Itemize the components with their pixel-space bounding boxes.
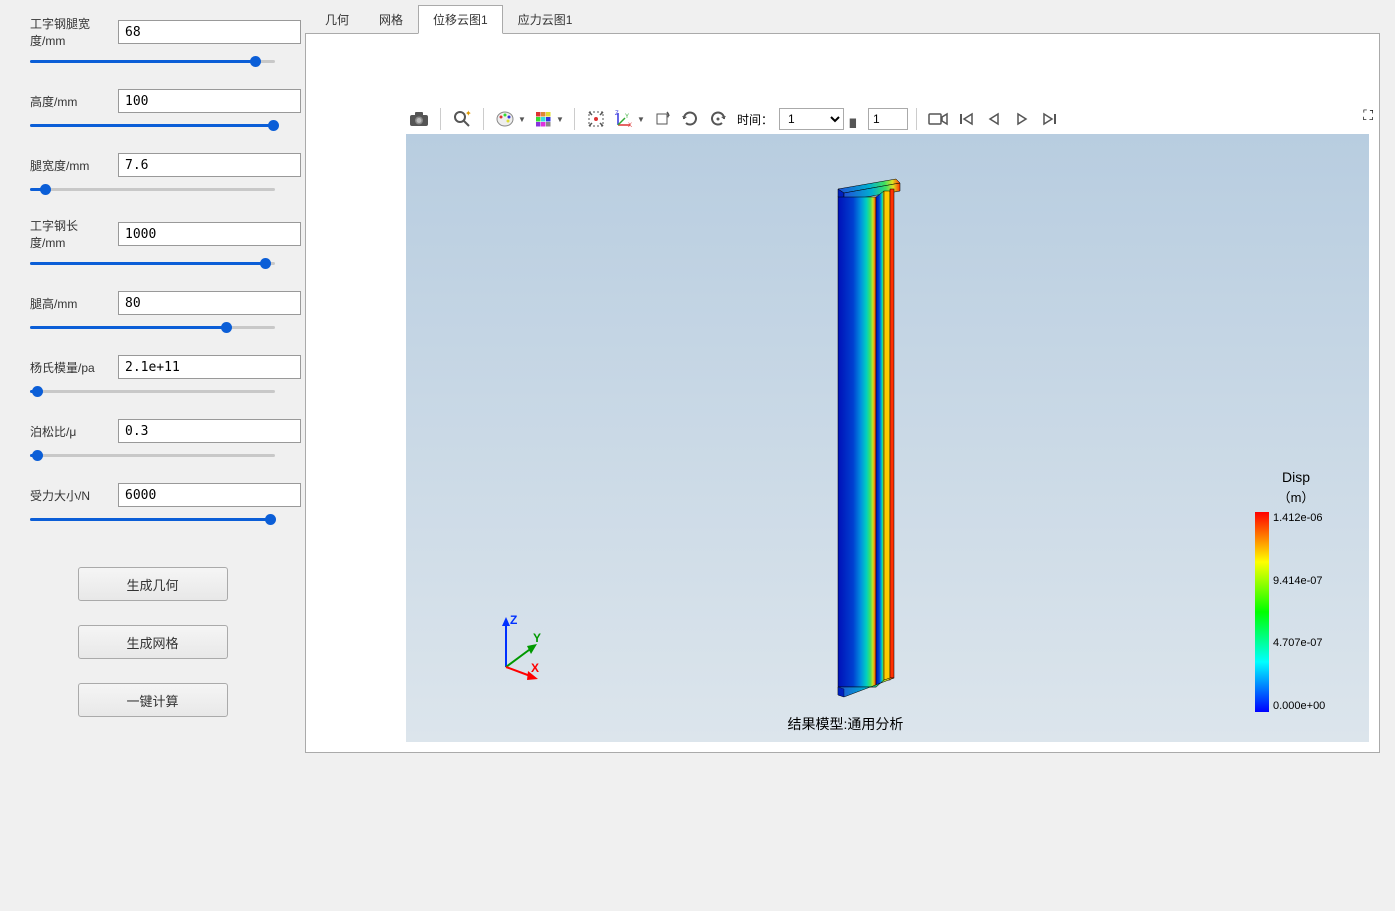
viewport-3d[interactable]: 结果模型:通用分析 Z Y X Disp [406,134,1369,742]
expand-icon[interactable]: ⛶ [1363,107,1373,124]
prev-frame-icon[interactable] [981,106,1007,132]
slider-flange-width[interactable] [30,55,275,67]
param-label: 杨氏模量/pa [30,359,110,376]
play-icon[interactable] [1009,106,1035,132]
palette-dropdown-arrow[interactable]: ▼ [518,115,528,124]
camera-icon[interactable] [406,106,432,132]
tabs: 几何 网格 位移云图1 应力云图1 [310,5,1380,33]
legend-val-min: 0.000e+00 [1273,700,1325,712]
palette-icon[interactable] [492,106,518,132]
legend-title: Disp [1251,469,1341,485]
svg-text:X: X [531,661,539,675]
triad: Z Y X [491,612,551,682]
slider-leg-height[interactable] [30,321,275,333]
legend-colorbar [1255,512,1269,712]
param-label: 腿高/mm [30,295,110,312]
time-select[interactable]: 1 [779,108,844,130]
slider-force[interactable] [30,513,275,525]
param-poisson-ratio: 泊松比/μ [30,419,275,461]
param-flange-width: 工字钢腿宽度/mm [30,15,275,67]
tab-mesh[interactable]: 网格 [364,5,418,33]
model-label: 结果模型:通用分析 [788,714,904,734]
param-label: 工字钢腿宽度/mm [30,15,110,49]
step-input[interactable] [868,108,908,130]
param-length: 工字钢长度/mm [30,217,275,269]
legend-val-2: 9.414e-07 [1273,575,1325,587]
svg-text:Z: Z [615,111,619,117]
rotate-view-icon[interactable] [649,106,675,132]
param-input-leg-width[interactable] [118,153,301,177]
param-input-poisson-ratio[interactable] [118,419,301,443]
legend-labels: 1.412e-06 9.414e-07 4.707e-07 0.000e+00 [1273,512,1325,712]
refresh-icon[interactable] [677,106,703,132]
search-icon[interactable]: ✦ [449,106,475,132]
param-input-force[interactable] [118,483,301,507]
last-frame-icon[interactable] [1037,106,1063,132]
param-leg-width: 腿宽度/mm [30,153,275,195]
param-input-height[interactable] [118,89,301,113]
axes-icon[interactable]: X ZY [611,106,637,132]
step-back-icon[interactable]: ▖ [846,109,866,129]
beam-model [828,169,908,709]
color-legend: Disp （m） 1.412e-06 9.414e-07 4.707e-07 0… [1251,469,1341,712]
legend-val-max: 1.412e-06 [1273,512,1325,524]
param-leg-height: 腿高/mm [30,291,275,333]
canvas-area: ✦ ▼ ▼ [305,33,1380,753]
main-area: 几何 网格 位移云图1 应力云图1 ✦ ▼ [305,0,1395,911]
compute-button[interactable]: 一键计算 [78,683,228,717]
axes-dropdown-arrow[interactable]: ▼ [637,115,647,124]
param-force: 受力大小/N [30,483,275,525]
param-input-youngs-modulus[interactable] [118,355,301,379]
time-label: 时间： [737,111,773,128]
tab-geometry[interactable]: 几何 [310,5,364,33]
param-input-length[interactable] [118,222,301,246]
slider-poisson-ratio[interactable] [30,449,275,461]
param-label: 泊松比/μ [30,423,110,440]
fit-view-icon[interactable] [583,106,609,132]
generate-mesh-button[interactable]: 生成网格 [78,625,228,659]
svg-text:Y: Y [625,114,629,120]
param-label: 高度/mm [30,93,110,110]
svg-text:Z: Z [510,613,517,627]
param-input-flange-width[interactable] [118,20,301,44]
colormap-icon[interactable] [530,106,556,132]
sidebar: 工字钢腿宽度/mm 高度/mm 腿宽度/mm [0,0,305,911]
param-label: 工字钢长度/mm [30,217,110,251]
param-label: 腿宽度/mm [30,157,110,174]
first-frame-icon[interactable] [953,106,979,132]
toolbar: ✦ ▼ ▼ [406,104,1063,134]
param-label: 受力大小/N [30,487,110,504]
param-height: 高度/mm [30,89,275,131]
generate-geometry-button[interactable]: 生成几何 [78,567,228,601]
param-input-leg-height[interactable] [118,291,301,315]
slider-height[interactable] [30,119,275,131]
tab-displacement[interactable]: 位移云图1 [418,5,503,34]
legend-val-1: 4.707e-07 [1273,637,1325,649]
slider-youngs-modulus[interactable] [30,385,275,397]
svg-text:✦: ✦ [465,110,471,118]
legend-unit: （m） [1251,487,1341,506]
tab-stress[interactable]: 应力云图1 [503,5,588,33]
reset-icon[interactable] [705,106,731,132]
svg-text:X: X [628,123,632,128]
svg-text:Y: Y [533,631,541,645]
slider-leg-width[interactable] [30,183,275,195]
colormap-dropdown-arrow[interactable]: ▼ [556,115,566,124]
record-icon[interactable] [925,106,951,132]
slider-length[interactable] [30,257,275,269]
param-youngs-modulus: 杨氏模量/pa [30,355,275,397]
